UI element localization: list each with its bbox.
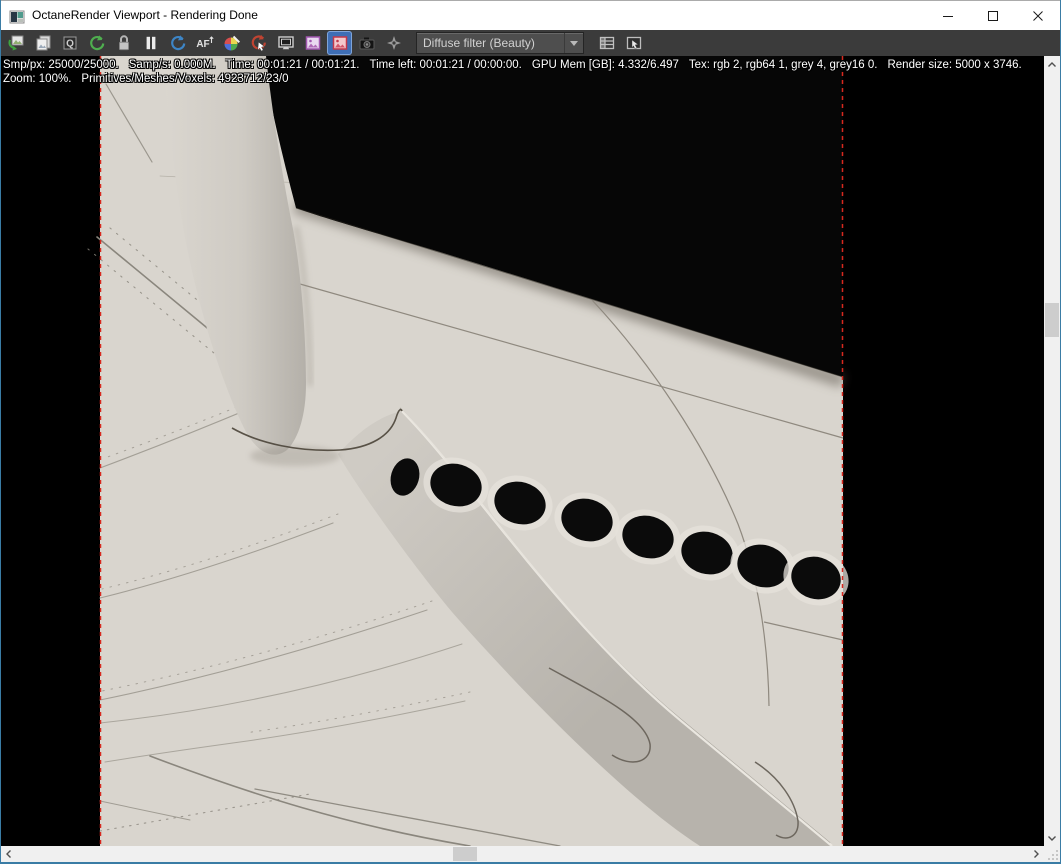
render-pass-dropdown-value: Diffuse filter (Beauty): [423, 36, 535, 50]
pause-render-icon: [146, 36, 155, 50]
chevron-down-icon: [1048, 835, 1056, 841]
render-passes-icon: [599, 36, 614, 50]
lock-resolution-button[interactable]: [111, 31, 136, 55]
window-border-left: [0, 0, 1, 864]
status-gpu-mem: GPU Mem [GB]: 4.332/6.497: [531, 59, 679, 71]
refresh-render-button[interactable]: [165, 31, 190, 55]
pause-render-button[interactable]: [138, 31, 163, 55]
camera-snapshot-icon: [359, 37, 374, 50]
resize-grip[interactable]: [1044, 846, 1061, 862]
window-title: OctaneRender Viewport - Rendering Done: [32, 8, 258, 22]
denoise-toggle-button[interactable]: [381, 31, 406, 55]
chevron-right-icon: [1033, 850, 1039, 858]
film-region-icon: [305, 36, 320, 50]
status-zoom: Zoom: 100%.: [3, 73, 72, 85]
region-redraw-button[interactable]: [246, 31, 271, 55]
pick-zoom-icon: Q: [63, 36, 76, 50]
scroll-left-button[interactable]: [0, 846, 17, 862]
status-samples-per-second: Samp/s: 0.000M.: [128, 59, 216, 71]
render-region-icon: [332, 36, 347, 50]
status-primitives: Primitives/Meshes/Voxels: 4923712/23/0: [81, 73, 289, 85]
fit-to-viewport-icon: [277, 36, 294, 50]
status-time-left: Time left: 00:01:21 / 00:00:00.: [369, 59, 522, 71]
titlebar: OctaneRender Viewport - Rendering Done: [0, 0, 1061, 31]
save-render-button[interactable]: [3, 31, 28, 55]
octane-render-viewport-window: OctaneRender Viewport - Rendering Done Q…: [0, 0, 1061, 864]
chevron-down-icon: [564, 33, 583, 53]
close-icon: [1032, 11, 1043, 21]
status-render-size: Render size: 5000 x 3746.: [887, 59, 1022, 71]
render-status-line2: Zoom: 100%. Primitives/Meshes/Voxels: 492…: [3, 72, 299, 86]
close-button[interactable]: [1015, 1, 1060, 31]
save-render-icon: [8, 35, 23, 51]
horizontal-scroll-thumb[interactable]: [453, 847, 477, 861]
pick-zoom-button[interactable]: Q: [57, 31, 82, 55]
region-redraw-icon: [251, 34, 266, 52]
render-passes-button[interactable]: [594, 31, 619, 55]
resize-grip-icon: [1048, 850, 1058, 860]
status-samples-per-pixel: Smp/px: 25000/25000.: [3, 59, 119, 71]
refresh-render-icon: [170, 35, 185, 51]
object-picker-icon: [626, 36, 641, 50]
horizontal-scrollbar[interactable]: [0, 846, 1044, 862]
copy-image-button[interactable]: [30, 31, 55, 55]
white-balance-picker-icon: [224, 35, 240, 51]
toolbar: Q AF Diffuse filter (Beauty): [0, 30, 1061, 56]
autofocus-pick-button[interactable]: AF: [192, 31, 217, 55]
scroll-right-button[interactable]: [1027, 846, 1044, 862]
denoise-toggle-icon: [386, 36, 401, 50]
film-region-button[interactable]: [300, 31, 325, 55]
chevron-left-icon: [5, 850, 11, 858]
render-region-button[interactable]: [327, 31, 352, 55]
status-textures: Tex: rgb 2, rgb64 1, grey 4, grey16 0.: [688, 59, 878, 71]
minimize-icon: [942, 16, 953, 17]
vertical-scroll-thumb[interactable]: [1045, 303, 1059, 337]
autofocus-pick-icon: AF: [196, 36, 214, 50]
render-pass-dropdown[interactable]: Diffuse filter (Beauty): [416, 32, 584, 54]
status-time: Time: 00:01:21 / 00:01:21.: [225, 59, 360, 71]
chevron-up-icon: [1048, 61, 1056, 67]
white-balance-picker-button[interactable]: [219, 31, 244, 55]
restart-render-icon: [89, 35, 104, 51]
object-picker-button[interactable]: [621, 31, 646, 55]
scroll-up-button[interactable]: [1044, 56, 1060, 73]
lock-resolution-icon: [118, 35, 129, 51]
camera-snapshot-button[interactable]: [354, 31, 379, 55]
render-status-line1: Smp/px: 25000/25000. Samp/s: 0.000M. Time:…: [3, 58, 1032, 72]
fit-to-viewport-button[interactable]: [273, 31, 298, 55]
maximize-icon: [987, 11, 998, 21]
svg-text:AF: AF: [196, 39, 209, 50]
render-viewport[interactable]: Smp/px: 25000/25000. Samp/s: 0.000M. Time:…: [0, 56, 1044, 846]
restart-render-button[interactable]: [84, 31, 109, 55]
app-icon: [9, 10, 25, 24]
minimize-button[interactable]: [925, 1, 970, 31]
vertical-scrollbar[interactable]: [1044, 56, 1060, 846]
render-image: [0, 56, 1044, 846]
copy-image-icon: [36, 35, 50, 51]
scroll-down-button[interactable]: [1044, 829, 1060, 846]
maximize-button[interactable]: [970, 1, 1015, 31]
svg-text:Q: Q: [66, 39, 74, 50]
